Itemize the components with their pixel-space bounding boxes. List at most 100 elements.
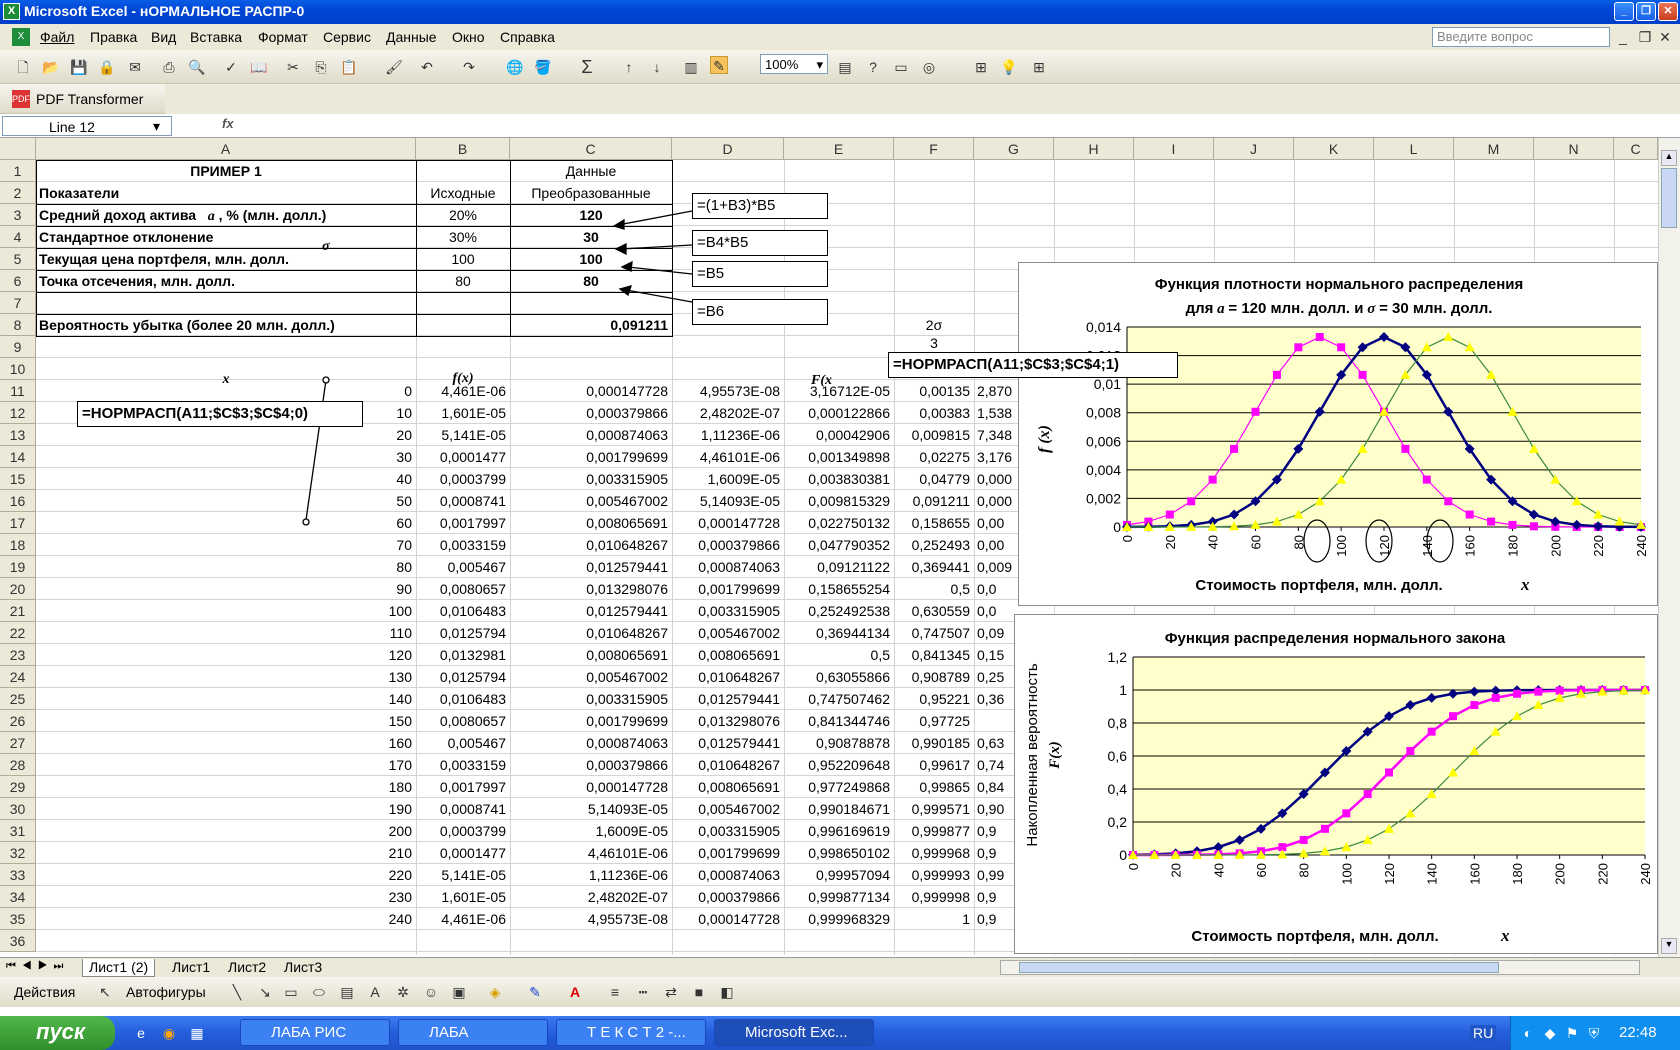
row-header[interactable]: 1 [0,160,36,182]
row-header[interactable]: 10 [0,358,36,380]
row-header[interactable]: 18 [0,534,36,556]
actions-menu[interactable]: Действия [14,984,75,1000]
row-header[interactable]: 12 [0,402,36,424]
fill-color-icon[interactable]: ◈ [486,983,504,1001]
taskbar-item[interactable]: ЛАБА РИС [240,1019,390,1046]
row-header[interactable]: 30 [0,798,36,820]
vertical-scrollbar[interactable]: ▲ ▼ [1658,138,1680,957]
select-all[interactable] [0,138,36,160]
menu-format[interactable]: Формат [258,29,308,45]
redo-icon[interactable]: ↷ [460,58,478,76]
column-header[interactable]: E [784,138,894,160]
horizontal-scrollbar[interactable] [1000,960,1640,975]
menu-file[interactable]: Файл [40,29,74,45]
row-header[interactable]: 19 [0,556,36,578]
name-box[interactable]: Line 12 ▾ [2,116,172,136]
column-header[interactable]: D [672,138,784,160]
line-icon[interactable]: ╲ [228,983,246,1001]
print-icon[interactable]: ⎙ [160,58,178,76]
column-header[interactable]: L [1374,138,1454,160]
row-header[interactable]: 17 [0,512,36,534]
menu-edit[interactable]: Правка [90,29,137,45]
sheet-tab[interactable]: Лист1 [166,959,216,977]
target-icon[interactable]: ◎ [920,58,938,76]
font-color-icon[interactable]: A [566,983,584,1001]
chart-wizard-icon[interactable]: ▥ [682,58,700,76]
wordart-icon[interactable]: A [366,983,384,1001]
ie-icon[interactable]: e [132,1024,150,1042]
email-icon[interactable]: ✉ [126,58,144,76]
row-header[interactable]: 28 [0,754,36,776]
autoshapes-menu[interactable]: Автофигуры [126,984,206,1000]
picture-icon[interactable]: ▣ [450,983,468,1001]
format-painter-icon[interactable]: 🖌 [385,58,403,76]
fx-icon[interactable]: fx [222,116,234,131]
rectangle-icon[interactable]: ▭ [282,983,300,1001]
undo-icon[interactable]: ↶ [418,58,436,76]
reading-icon[interactable]: ▤ [836,58,854,76]
language-indicator[interactable]: RU [1470,1025,1497,1041]
row-header[interactable]: 36 [0,930,36,952]
restore-icon[interactable]: ❐ [1636,2,1656,21]
row-header[interactable]: 15 [0,468,36,490]
row-header[interactable]: 22 [0,622,36,644]
row-header[interactable]: 8 [0,314,36,336]
row-header[interactable]: 35 [0,908,36,930]
row-header[interactable]: 2 [0,182,36,204]
shadow-icon[interactable]: ■ [690,983,708,1001]
arrow-icon[interactable]: ↘ [256,983,274,1001]
permission-icon[interactable]: 🔒 [98,58,116,76]
textbox-icon[interactable]: ▤ [338,983,356,1001]
column-header[interactable]: C [1614,138,1658,160]
scroll-down-icon[interactable]: ▼ [1661,938,1677,954]
column-header[interactable]: G [974,138,1054,160]
start-button[interactable]: пуск [0,1016,115,1050]
tray-icon[interactable]: ◆ [1541,1024,1559,1042]
sheet-nav-icon[interactable]: ⏮◀▶⏭ [6,960,69,973]
row-header[interactable]: 24 [0,666,36,688]
column-header[interactable]: C [510,138,672,160]
row-header[interactable]: 20 [0,578,36,600]
sheet-tab[interactable]: Лист3 [278,959,328,977]
menu-window[interactable]: Окно [452,29,485,45]
drawing-icon[interactable]: ✎ [710,56,728,74]
taskbar-item[interactable]: Т Е К С Т 2 -... [556,1019,706,1046]
autosum-icon[interactable]: Σ [578,58,596,76]
doc-close-icon[interactable]: ✕ [1656,28,1674,46]
help-icon[interactable]: ? [864,58,882,76]
desktop-icon[interactable]: ▦ [188,1024,206,1042]
row-header[interactable]: 23 [0,644,36,666]
zoom-select[interactable]: 100% ▾ [760,54,828,74]
sheet-tab[interactable]: Лист2 [222,959,272,977]
paste-icon[interactable]: 📋 [340,58,358,76]
cut-icon[interactable]: ✂ [284,58,302,76]
column-header[interactable]: A [36,138,416,160]
column-header[interactable]: H [1054,138,1134,160]
menu-view[interactable]: Вид [151,29,176,45]
column-header[interactable]: F [894,138,974,160]
row-header[interactable]: 7 [0,292,36,314]
dash-style-icon[interactable]: ┅ [634,983,652,1001]
scroll-up-icon[interactable]: ▲ [1661,150,1677,166]
column-header[interactable]: N [1534,138,1614,160]
row-header[interactable]: 5 [0,248,36,270]
fill-color-icon[interactable]: 🪣 [534,58,552,76]
line-color-icon[interactable]: ✎ [526,983,544,1001]
help-search-input[interactable]: Введите вопрос [1432,27,1610,47]
sort-descending-icon[interactable]: ↓ [648,58,666,76]
column-header[interactable]: M [1454,138,1534,160]
oval-icon[interactable]: ⬭ [310,983,328,1001]
column-header[interactable]: B [416,138,510,160]
row-header[interactable]: 27 [0,732,36,754]
row-header[interactable]: 21 [0,600,36,622]
row-header[interactable]: 25 [0,688,36,710]
3d-icon[interactable]: ◧ [718,983,736,1001]
hscroll-thumb[interactable] [1019,962,1499,973]
spelling-icon[interactable]: ✓ [222,58,240,76]
menu-insert[interactable]: Вставка [190,29,242,45]
grid-icon[interactable]: ⊞ [1030,58,1048,76]
research-icon[interactable]: 📖 [250,58,268,76]
row-header[interactable]: 26 [0,710,36,732]
row-header[interactable]: 34 [0,886,36,908]
row-header[interactable]: 6 [0,270,36,292]
